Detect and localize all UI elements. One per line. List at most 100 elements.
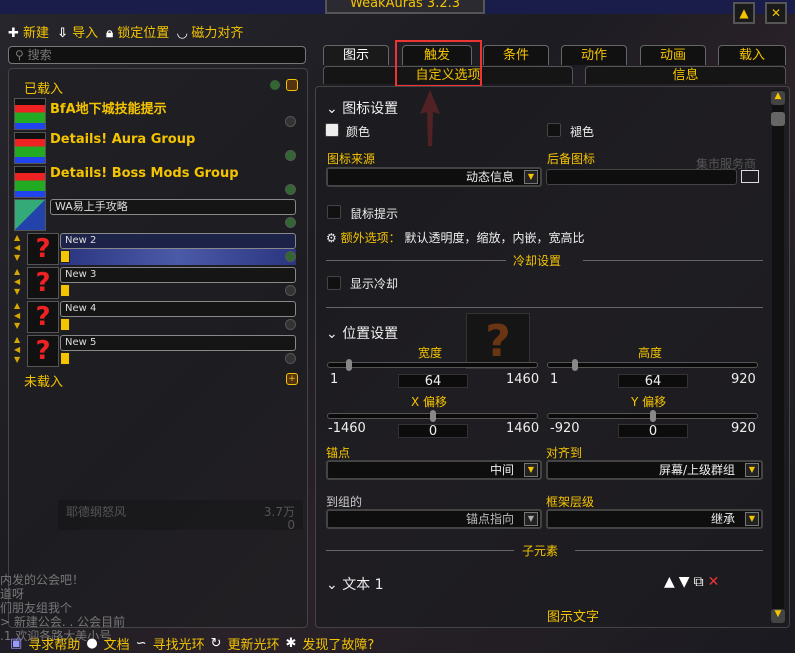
- fallback-icon-label: 后备图标: [547, 152, 596, 166]
- tab-actions[interactable]: 动作: [561, 45, 627, 65]
- close-icon[interactable]: ✕: [765, 2, 787, 24]
- x-offset-input[interactable]: 0: [398, 424, 468, 439]
- show-cooldown-checkbox[interactable]: [327, 276, 341, 290]
- color-swatch[interactable]: [325, 123, 339, 137]
- height-label: 高度: [638, 346, 663, 360]
- list-item-group-editing[interactable]: WA易上手攻略: [14, 199, 300, 231]
- chevron-down-icon: ▼: [745, 512, 759, 526]
- move-down-icon[interactable]: ▼: [679, 574, 694, 590]
- reorder-arrows[interactable]: ▲ ◀ ▼: [14, 301, 24, 331]
- anchor-dropdown[interactable]: 中间 ▼: [326, 460, 542, 480]
- position-settings-header[interactable]: ⌄ 位置设置: [326, 323, 398, 343]
- folder-icon[interactable]: [741, 170, 759, 183]
- icon-source-dropdown[interactable]: 动态信息 ▼: [326, 167, 542, 187]
- magnet-button[interactable]: ◡ 磁力对齐: [177, 22, 243, 41]
- y-offset-slider[interactable]: [547, 410, 758, 422]
- visibility-icon[interactable]: [285, 251, 296, 262]
- footer-links: ▣ 寻求帮助 ● 文档 ∽ 寻找光环 ↻ 更新光环 ✱ 发现了故障?: [10, 634, 374, 653]
- tab-conditions[interactable]: 条件: [483, 45, 549, 65]
- height-input[interactable]: 64: [618, 374, 688, 389]
- unloaded-header: 未载入: [24, 375, 64, 390]
- divider: [326, 550, 514, 551]
- refresh-icon: ↻: [210, 636, 222, 651]
- visibility-icon[interactable]: [285, 116, 296, 127]
- list-item[interactable]: Details! Aura Group: [14, 132, 300, 164]
- background-chat: 内发的公会吧！ 道呀 们朋友组我个 > 新建公会. . 公会目前 .1 欢迎各路大美小号: [0, 573, 126, 643]
- docs-link[interactable]: 文档: [104, 634, 130, 653]
- visibility-icon[interactable]: [285, 217, 296, 228]
- chevron-down-icon: ⌄: [326, 326, 338, 342]
- y-offset-max: 920: [731, 421, 756, 436]
- extra-options[interactable]: ⚙ 额外选项： 默认透明度，缩放，内嵌，宽高比: [326, 229, 584, 246]
- cooldown-header: 冷却设置: [513, 254, 562, 268]
- tab-load[interactable]: 载入: [718, 45, 786, 65]
- toggle-all-icon[interactable]: [270, 80, 280, 90]
- tab-information[interactable]: 信息: [585, 66, 786, 84]
- question-icon: ?: [27, 335, 59, 367]
- scroll-down-icon[interactable]: ▼: [771, 609, 785, 623]
- duplicate-icon[interactable]: ⧉: [694, 574, 708, 590]
- update-auras-link[interactable]: 更新光环: [228, 634, 280, 653]
- move-up-icon[interactable]: ▲: [664, 574, 679, 590]
- height-slider[interactable]: [547, 359, 758, 371]
- list-item[interactable]: BfA地下城技能提示: [14, 98, 300, 130]
- list-item[interactable]: ▲ ◀ ▼? New 3: [14, 267, 300, 299]
- subelements-header: 子元素: [522, 544, 559, 558]
- collapse-icon[interactable]: ▲: [733, 2, 755, 24]
- aura-icon: [14, 98, 46, 130]
- slider-thumb: [430, 410, 436, 422]
- tooltip-checkbox[interactable]: [327, 205, 341, 219]
- search-icon: ⚲: [15, 48, 24, 62]
- new-button[interactable]: ✚ 新建: [8, 22, 49, 41]
- list-item[interactable]: Details! Boss Mods Group: [14, 166, 300, 198]
- visibility-icon[interactable]: [285, 184, 296, 195]
- icon-source-label: 图标来源: [327, 152, 376, 166]
- scrollbar[interactable]: [772, 90, 784, 622]
- width-input[interactable]: 64: [398, 374, 468, 389]
- chevron-down-icon: ⌄: [326, 577, 338, 593]
- icon-settings-header[interactable]: ⌄ 图标设置: [326, 98, 398, 118]
- list-item[interactable]: ▲ ◀ ▼? New 4: [14, 301, 300, 333]
- width-slider[interactable]: [327, 359, 538, 371]
- height-min: 1: [550, 372, 559, 387]
- delete-icon[interactable]: ✕: [708, 574, 724, 590]
- list-item[interactable]: ▲ ◀ ▼? New 2: [14, 233, 300, 265]
- to-group-dropdown[interactable]: 锚点指向 ▼: [326, 509, 542, 529]
- visibility-icon[interactable]: [285, 319, 296, 330]
- lock-button[interactable]: 🔒︎ 锁定位置: [106, 22, 169, 41]
- x-offset-slider[interactable]: [327, 410, 538, 422]
- scroll-up-icon[interactable]: ▲: [771, 91, 785, 105]
- collapse-all-icon[interactable]: [286, 79, 298, 91]
- report-bug-link[interactable]: 发现了故障?: [302, 634, 374, 653]
- width-label: 宽度: [418, 346, 443, 360]
- scroll-thumb[interactable]: [771, 112, 785, 126]
- expand-icon[interactable]: +: [286, 373, 298, 385]
- reorder-arrows[interactable]: ▲ ◀ ▼: [14, 233, 24, 263]
- visibility-icon[interactable]: [285, 353, 296, 364]
- loaded-header: 已载入: [24, 82, 64, 97]
- question-icon: ?: [27, 301, 59, 333]
- help-link[interactable]: 寻求帮助: [28, 634, 80, 653]
- list-item[interactable]: ▲ ◀ ▼? New 5: [14, 335, 300, 367]
- find-auras-link[interactable]: 寻找光环: [153, 634, 205, 653]
- visibility-icon[interactable]: [285, 285, 296, 296]
- import-button[interactable]: ⇩ 导入: [57, 22, 98, 41]
- strata-dropdown[interactable]: 继承 ▼: [546, 509, 763, 529]
- visibility-icon[interactable]: [285, 150, 296, 161]
- reorder-arrows[interactable]: ▲ ◀ ▼: [14, 335, 24, 365]
- align-dropdown[interactable]: 屏幕/上级群组 ▼: [546, 460, 763, 480]
- tab-animations[interactable]: 动画: [640, 45, 706, 65]
- tab-display[interactable]: 图示: [323, 45, 389, 65]
- fallback-icon-input[interactable]: [546, 169, 737, 185]
- reorder-arrows[interactable]: ▲ ◀ ▼: [14, 267, 24, 297]
- selected-highlight: [60, 249, 296, 265]
- rename-input[interactable]: WA易上手攻略: [50, 199, 296, 215]
- y-offset-input[interactable]: 0: [618, 424, 688, 439]
- import-icon: ⇩: [57, 26, 68, 41]
- icon-text-label: 图示文字: [547, 610, 600, 625]
- text-subelement-header[interactable]: ⌄ 文本 1: [326, 574, 384, 594]
- slider-thumb: [346, 359, 352, 371]
- desaturate-checkbox[interactable]: [547, 123, 561, 137]
- search-input[interactable]: ⚲ 搜索: [8, 46, 306, 64]
- group-icon: [14, 199, 46, 231]
